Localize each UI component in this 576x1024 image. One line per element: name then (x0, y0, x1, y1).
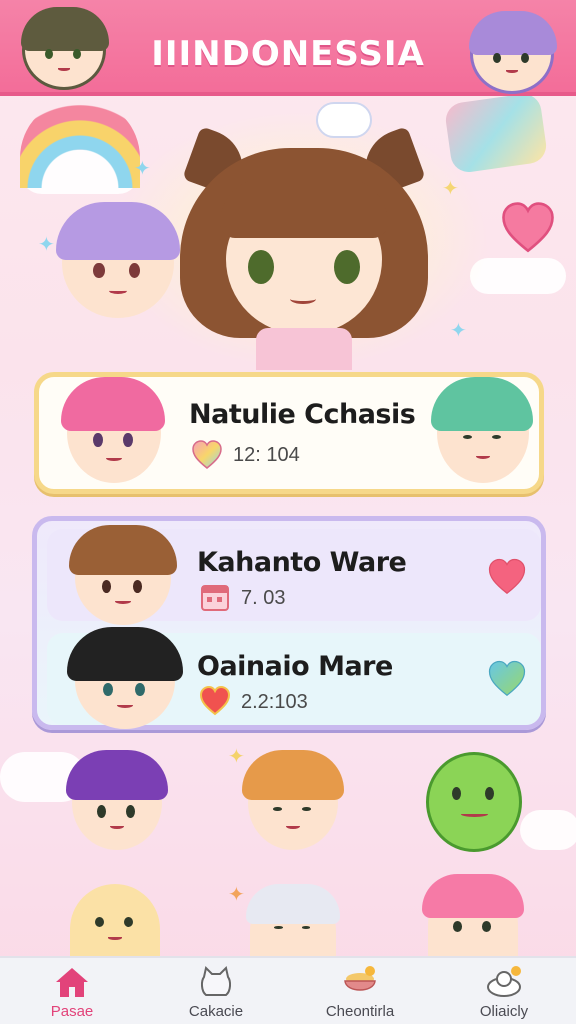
side-character-lilac[interactable] (56, 202, 180, 318)
card-stat: 12: 104 (233, 444, 300, 466)
grid-character-purple[interactable] (66, 750, 168, 850)
character-card-2[interactable]: Kahanto Ware 7. 03 (47, 525, 541, 625)
bowl-icon (344, 966, 376, 991)
home-icon (56, 968, 88, 997)
card-title: Kahanto Ware (197, 547, 407, 578)
calendar-icon (199, 581, 231, 613)
bottom-tab-bar: Pasae Cakacie Cheontirla Oliaicly (0, 956, 576, 1024)
tab-pets[interactable]: Oliaicly (432, 958, 576, 1024)
sparkle-icon: ✦ (228, 746, 245, 768)
card-stat: 2.2:103 (241, 691, 308, 713)
hero-character[interactable] (170, 102, 438, 370)
card-avatar-mint (431, 377, 533, 483)
rainbow-heart-icon (191, 439, 223, 471)
cream-bow-icon (316, 102, 372, 138)
header-avatar-left[interactable] (21, 7, 109, 90)
character-card-1[interactable]: Natulie Cchasis 12: 104 (34, 372, 544, 494)
grid-character-pink[interactable] (422, 874, 524, 956)
heart-decoration-icon (500, 200, 556, 256)
grid-character-green-dragon[interactable] (426, 752, 522, 852)
card-stat: 7. 03 (241, 587, 286, 609)
cat-icon (200, 966, 232, 996)
character-card-3[interactable]: Oainaio Mare 2.2:103 (47, 627, 541, 729)
header-avatar-right[interactable] (469, 11, 557, 94)
grid-character-silver[interactable] (246, 884, 340, 956)
tab-home[interactable]: Pasae (0, 958, 144, 1024)
card-title: Oainaio Mare (197, 651, 393, 682)
tab-label: Cakacie (188, 1003, 244, 1020)
sparkle-icon: ✦ (38, 234, 55, 256)
tab-label: Cheontirla (325, 1003, 395, 1020)
pet-bed-icon (487, 966, 521, 997)
cloud-decoration (520, 810, 576, 850)
tab-food[interactable]: Cheontirla (288, 958, 432, 1024)
card-avatar-black (67, 627, 183, 729)
grid-character-orange[interactable] (242, 750, 344, 850)
heart-icon (199, 685, 231, 717)
favorite-heart-button[interactable] (485, 659, 529, 699)
tab-label: Oliaicly (479, 1003, 529, 1020)
grid-character-cream-cat[interactable] (70, 884, 160, 956)
card-avatar-brown (69, 525, 177, 625)
character-card-group: Kahanto Ware 7. 03 Oainaio Mare 2.2:103 (32, 516, 546, 730)
tab-cats[interactable]: Cakacie (144, 958, 288, 1024)
card-title: Natulie Cchasis (189, 399, 416, 430)
favorite-heart-button[interactable] (485, 557, 529, 597)
card-avatar-pink (61, 377, 165, 483)
sparkle-icon: ✦ (228, 884, 245, 906)
tab-label: Pasae (50, 1003, 94, 1020)
